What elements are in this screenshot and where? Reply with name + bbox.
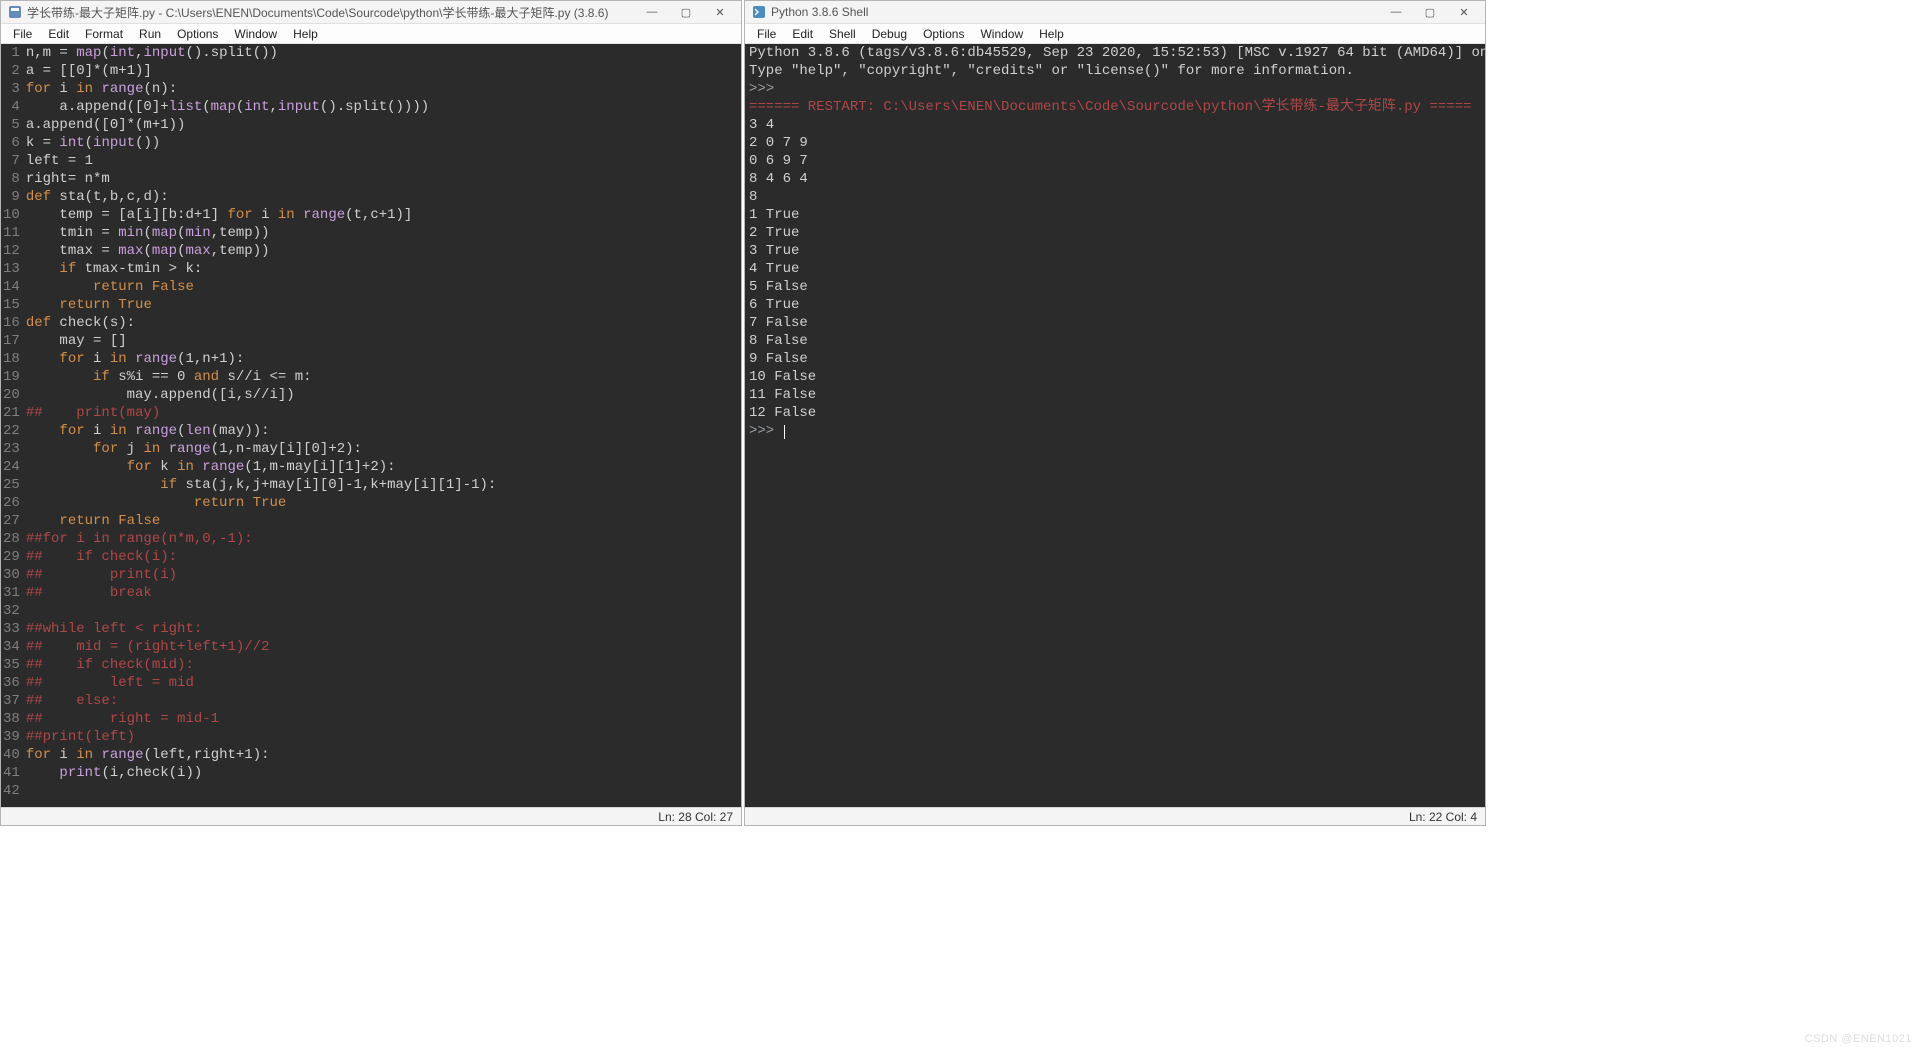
editor-titlebar[interactable]: 学长带练-最大子矩阵.py - C:\Users\ENEN\Documents\…	[1, 1, 741, 24]
editor-cursor-position: Ln: 28 Col: 27	[658, 810, 733, 824]
editor-menubar: FileEditFormatRunOptionsWindowHelp	[1, 24, 741, 44]
line-number-gutter: 1 2 3 4 5 6 7 8 9 10 11 12 13 14 15 16 1…	[1, 44, 26, 807]
menu-file[interactable]: File	[749, 26, 784, 42]
shell-statusbar: Ln: 22 Col: 4	[745, 807, 1485, 825]
menu-help[interactable]: Help	[1031, 26, 1072, 42]
shell-output[interactable]: Python 3.8.6 (tags/v3.8.6:db45529, Sep 2…	[745, 44, 1485, 807]
menu-window[interactable]: Window	[226, 26, 285, 42]
code-area[interactable]: n,m = map(int,input().split()) a = [[0]*…	[26, 44, 741, 807]
menu-edit[interactable]: Edit	[784, 26, 821, 42]
menu-file[interactable]: File	[5, 26, 40, 42]
editor-window: 学长带练-最大子矩阵.py - C:\Users\ENEN\Documents\…	[0, 0, 742, 826]
menu-run[interactable]: Run	[131, 26, 169, 42]
close-button[interactable]: ✕	[1447, 1, 1481, 23]
shell-window-buttons: — ▢ ✕	[1379, 1, 1481, 23]
menu-help[interactable]: Help	[285, 26, 326, 42]
menu-options[interactable]: Options	[915, 26, 972, 42]
menu-options[interactable]: Options	[169, 26, 226, 42]
python-file-icon	[7, 4, 23, 20]
maximize-button[interactable]: ▢	[669, 1, 703, 23]
shell-titlebar[interactable]: Python 3.8.6 Shell — ▢ ✕	[745, 1, 1485, 24]
shell-window: Python 3.8.6 Shell — ▢ ✕ FileEditShellDe…	[744, 0, 1486, 826]
menu-edit[interactable]: Edit	[40, 26, 77, 42]
minimize-button[interactable]: —	[635, 1, 669, 23]
editor-statusbar: Ln: 28 Col: 27	[1, 807, 741, 825]
minimize-button[interactable]: —	[1379, 1, 1413, 23]
menu-window[interactable]: Window	[972, 26, 1031, 42]
editor-title: 学长带练-最大子矩阵.py - C:\Users\ENEN\Documents\…	[27, 4, 635, 21]
editor-window-buttons: — ▢ ✕	[635, 1, 737, 23]
menu-shell[interactable]: Shell	[821, 26, 864, 42]
menu-format[interactable]: Format	[77, 26, 131, 42]
shell-menubar: FileEditShellDebugOptionsWindowHelp	[745, 24, 1485, 44]
shell-cursor-position: Ln: 22 Col: 4	[1409, 810, 1477, 824]
code-editor[interactable]: 1 2 3 4 5 6 7 8 9 10 11 12 13 14 15 16 1…	[1, 44, 741, 807]
shell-title: Python 3.8.6 Shell	[771, 5, 1379, 19]
close-button[interactable]: ✕	[703, 1, 737, 23]
shell-text[interactable]: Python 3.8.6 (tags/v3.8.6:db45529, Sep 2…	[745, 44, 1485, 807]
menu-debug[interactable]: Debug	[864, 26, 915, 42]
watermark: CSDN @ENEN1021	[1805, 1033, 1912, 1045]
python-shell-icon	[751, 4, 767, 20]
maximize-button[interactable]: ▢	[1413, 1, 1447, 23]
